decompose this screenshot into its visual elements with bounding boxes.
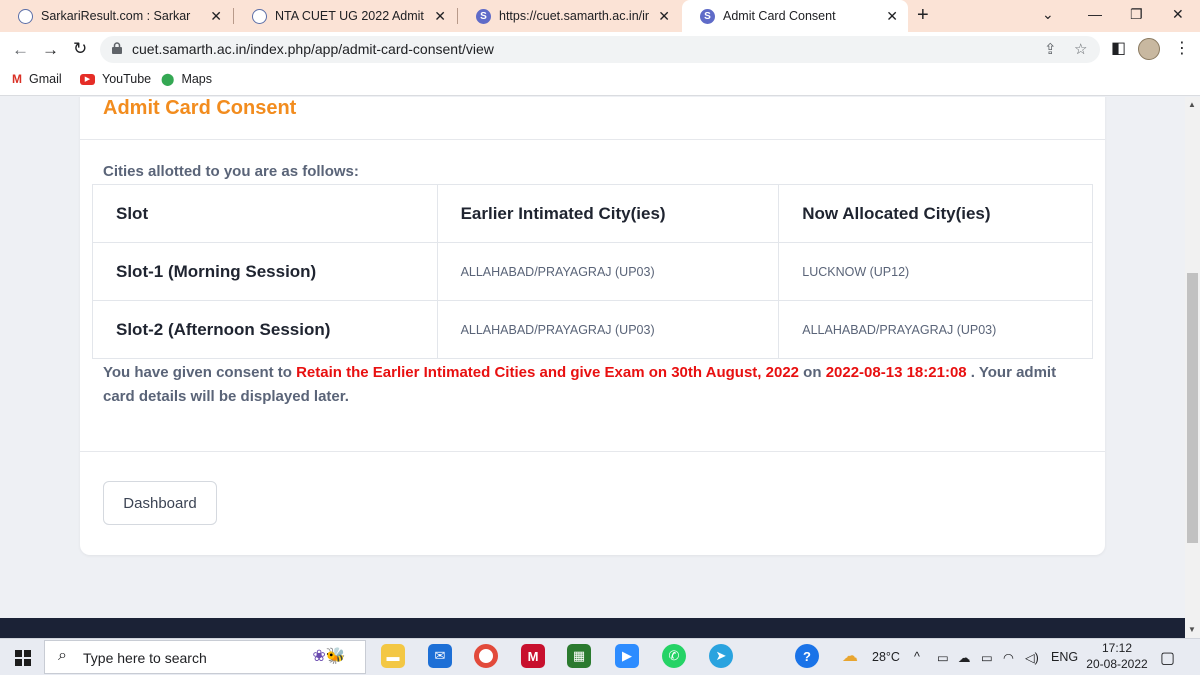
tab-admit-card-consent[interactable]: S Admit Card Consent ✕ xyxy=(682,0,908,32)
url-text[interactable]: cuet.samarth.ac.in/index.php/app/admit-c… xyxy=(132,41,494,57)
help-icon[interactable]: ? xyxy=(795,644,819,668)
close-icon[interactable]: ✕ xyxy=(886,8,898,25)
maps-icon: ⬤ xyxy=(161,72,175,86)
file-explorer-icon[interactable]: ▬ xyxy=(381,644,405,668)
table-header-row: Slot Earlier Intimated City(ies) Now All… xyxy=(92,184,1093,243)
column-header: Slot xyxy=(92,184,438,243)
onedrive-icon[interactable]: ☁ xyxy=(958,650,971,665)
divider xyxy=(80,451,1105,452)
mcafee-icon[interactable]: M xyxy=(521,644,545,668)
column-header: Now Allocated City(ies) xyxy=(778,184,1093,243)
clock-date: 20-08-2022 xyxy=(1086,657,1148,671)
avatar[interactable] xyxy=(1138,38,1160,60)
search-highlight-icon[interactable]: ❀🐝 xyxy=(300,644,358,668)
tab-sarkari-result[interactable]: SarkariResult.com : Sarkari Result ✕ xyxy=(0,0,232,32)
minimize-icon[interactable]: — xyxy=(1088,6,1102,22)
forward-arrow-icon[interactable]: → xyxy=(42,40,59,60)
sidebar-icon[interactable]: ◧ xyxy=(1111,38,1126,58)
tab-title: Admit Card Consent xyxy=(723,9,836,23)
globe-icon xyxy=(252,8,267,24)
table-row: Slot-1 (Morning Session) ALLAHABAD/PRAYA… xyxy=(92,242,1093,301)
cities-label: Cities allotted to you are as follows: xyxy=(103,163,359,180)
search-placeholder: Type here to search xyxy=(83,650,207,666)
lock-icon xyxy=(112,42,122,54)
bookmark-label: Gmail xyxy=(29,72,62,86)
volume-icon[interactable]: ◁) xyxy=(1025,650,1039,665)
close-icon[interactable]: ✕ xyxy=(210,8,222,25)
slot-name: Slot-1 (Morning Session) xyxy=(92,242,438,301)
wifi-icon[interactable]: ◠ xyxy=(1003,650,1014,665)
chrome-icon[interactable] xyxy=(474,644,498,668)
system-clock[interactable]: 17:12 20-08-2022 xyxy=(1084,640,1150,672)
tab-title: https://cuet.samarth.ac.in/index.p xyxy=(499,9,649,23)
consent-text: on xyxy=(799,364,826,381)
scrollbar-thumb[interactable] xyxy=(1187,273,1198,543)
battery-icon[interactable]: ▭ xyxy=(981,650,993,665)
chevron-up-icon[interactable]: ^ xyxy=(914,650,920,664)
reload-icon[interactable]: ↻ xyxy=(73,39,87,59)
close-icon[interactable]: ✕ xyxy=(658,8,670,25)
mail-icon[interactable]: ✉ xyxy=(428,644,452,668)
samarth-icon: S xyxy=(476,8,491,24)
chevron-down-icon[interactable]: ⌄ xyxy=(1042,6,1054,23)
tab-samarth-index[interactable]: S https://cuet.samarth.ac.in/index.p ✕ xyxy=(458,0,680,32)
column-header: Earlier Intimated City(ies) xyxy=(436,184,780,243)
bookmark-label: YouTube xyxy=(102,72,152,86)
share-icon[interactable]: ⇪ xyxy=(1044,40,1057,58)
weather-icon[interactable]: ☁ xyxy=(842,646,858,666)
language-indicator[interactable]: ENG xyxy=(1051,650,1078,664)
tab-nta-cuet[interactable]: NTA CUET UG 2022 Admit Card f ✕ xyxy=(234,0,456,32)
consent-choice: Retain the Earlier Intimated Cities and … xyxy=(296,364,800,381)
notification-icon[interactable]: ▢ xyxy=(1160,648,1175,668)
consent-card: Admit Card Consent Cities allotted to yo… xyxy=(80,97,1105,555)
menu-icon[interactable]: ⋮ xyxy=(1174,38,1190,58)
table-row: Slot-2 (Afternoon Session) ALLAHABAD/PRA… xyxy=(92,300,1093,359)
whatsapp-icon[interactable]: ✆ xyxy=(662,644,686,668)
slot-name: Slot-2 (Afternoon Session) xyxy=(92,300,438,359)
tab-title: NTA CUET UG 2022 Admit Card f xyxy=(275,9,425,23)
new-tab-button[interactable]: + xyxy=(917,4,929,27)
consent-datetime: 2022-08-13 18:21:08 xyxy=(825,364,967,381)
bookmark-youtube[interactable]: ▶ YouTube xyxy=(80,72,151,86)
zoom-icon[interactable]: ▶ xyxy=(615,644,639,668)
allocated-city: ALLAHABAD/PRAYAGRAJ (UP03) xyxy=(778,300,1093,359)
windows-start-icon[interactable] xyxy=(15,650,31,666)
restore-icon[interactable]: ❐ xyxy=(1130,6,1143,23)
globe-icon xyxy=(18,8,33,24)
cities-table: Slot Earlier Intimated City(ies) Now All… xyxy=(92,184,1093,359)
clock-time: 17:12 xyxy=(1101,641,1133,655)
bookmark-maps[interactable]: ⬤ Maps xyxy=(161,72,212,86)
search-icon: ⌕ xyxy=(58,647,67,664)
page-title: Admit Card Consent xyxy=(103,97,297,119)
youtube-icon: ▶ xyxy=(80,73,95,85)
allocated-city: LUCKNOW (UP12) xyxy=(778,242,1093,301)
scroll-up-icon[interactable]: ▲ xyxy=(1188,100,1196,109)
bookmark-label: Maps xyxy=(181,72,213,86)
telegram-icon[interactable]: ➤ xyxy=(709,644,733,668)
consent-message: You have given consent to Retain the Ear… xyxy=(103,361,1083,409)
dashboard-button[interactable]: Dashboard xyxy=(103,481,217,525)
earlier-city: ALLAHABAD/PRAYAGRAJ (UP03) xyxy=(436,300,780,359)
back-arrow-icon[interactable]: ← xyxy=(12,40,29,60)
store-icon[interactable]: ▦ xyxy=(567,644,591,668)
page-viewport: Admit Card Consent Cities allotted to yo… xyxy=(0,97,1185,618)
earlier-city: ALLAHABAD/PRAYAGRAJ (UP03) xyxy=(436,242,780,301)
consent-text: You have given consent to xyxy=(103,364,297,381)
bookmark-star-icon[interactable]: ☆ xyxy=(1074,40,1087,58)
close-icon[interactable]: ✕ xyxy=(434,8,446,25)
scroll-down-icon[interactable]: ▼ xyxy=(1188,625,1196,634)
bookmark-gmail[interactable]: M Gmail xyxy=(12,72,62,86)
gmail-icon: M xyxy=(12,72,22,86)
close-window-icon[interactable]: ✕ xyxy=(1172,6,1184,23)
divider xyxy=(80,139,1105,140)
meet-icon[interactable]: ▭ xyxy=(937,650,949,665)
page-footer xyxy=(0,618,1185,638)
tab-title: SarkariResult.com : Sarkari Result xyxy=(41,9,191,23)
weather-temp[interactable]: 28°C xyxy=(872,650,900,664)
samarth-icon: S xyxy=(700,8,715,24)
